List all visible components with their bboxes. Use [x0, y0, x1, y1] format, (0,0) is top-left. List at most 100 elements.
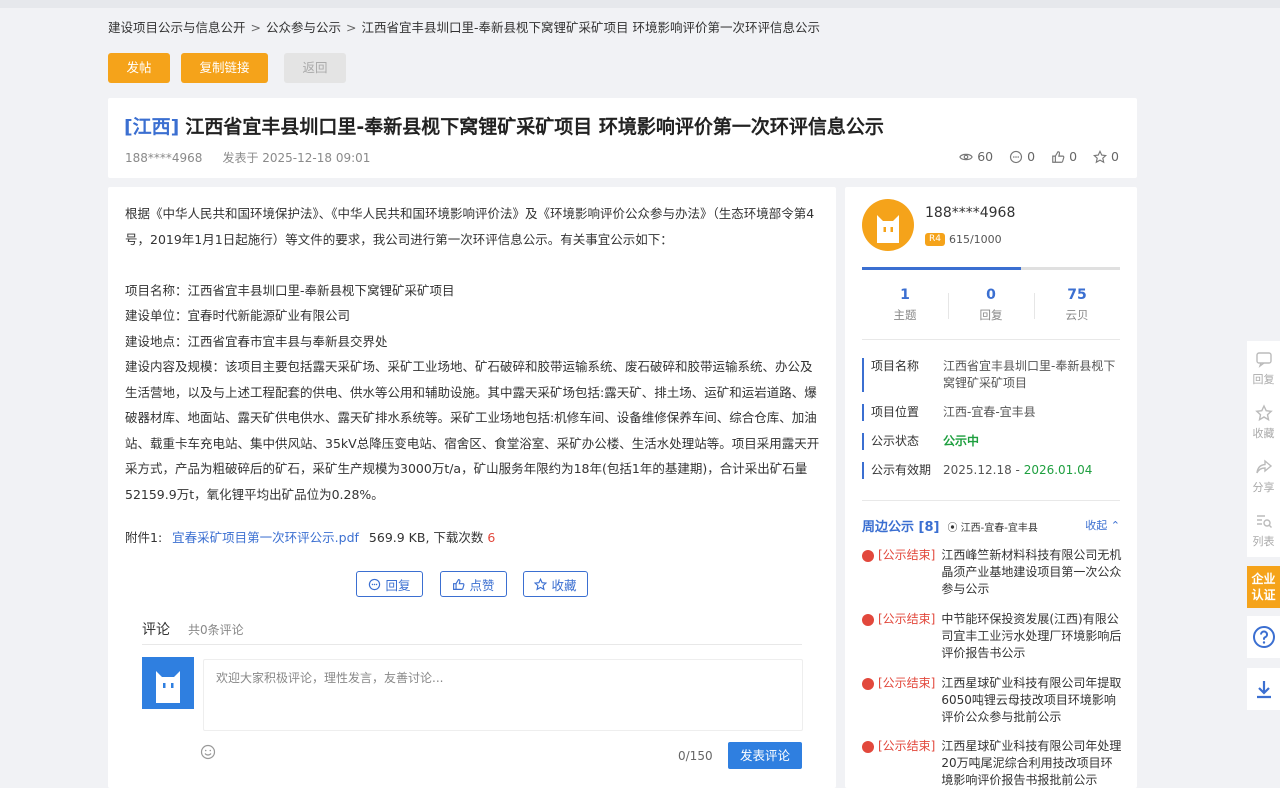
divider — [862, 339, 1120, 340]
user-name[interactable]: 188****4968 — [925, 205, 1015, 221]
sidebar: 188****4968 R4 615/1000 1 主题 0 回复 75 云贝 项目名称… — [845, 187, 1137, 788]
thumbs-up-icon — [453, 578, 465, 590]
float-reply-button[interactable]: 回复 — [1247, 341, 1280, 395]
level-points: 615/1000 — [948, 233, 1002, 246]
comment-input[interactable]: 欢迎大家积极评论，理性发言，友善讨论... — [203, 659, 803, 731]
views-stat: 60 — [959, 149, 993, 164]
nearby-location: ⦿ 江西-宜春-宜丰县 — [947, 523, 1038, 534]
attachment-label: 附件1: — [125, 530, 163, 545]
info-validity: 公示有效期 2025.12.18 - 2026.01.04 — [862, 462, 1122, 479]
favorite-button[interactable]: 收藏 — [523, 571, 588, 597]
breadcrumb-item[interactable]: 建设项目公示与信息公开 — [108, 20, 246, 35]
favorites-stat[interactable]: 0 — [1093, 149, 1119, 164]
reply-button[interactable]: 回复 — [356, 571, 423, 597]
scope-paragraph: 建设内容及规模：该项目主要包括露天采矿场、采矿工业场地、矿石破碎和胶带运输系统、… — [125, 359, 820, 502]
attachment: 附件1: 宜春采矿项目第一次环评公示.pdf 569.9 KB, 下载次数 6 — [125, 527, 495, 546]
eye-icon — [959, 153, 973, 160]
collapse-toggle[interactable]: 收起 ⌃ — [1085, 517, 1120, 533]
submit-comment-button[interactable]: 发表评论 — [728, 742, 802, 769]
breadcrumb-item[interactable]: 公众参与公示 — [266, 20, 341, 35]
download-button[interactable] — [1247, 668, 1280, 710]
float-favorite-button[interactable]: 收藏 — [1247, 395, 1280, 449]
notice-icon — [862, 741, 874, 753]
breadcrumb-separator: > — [346, 20, 357, 35]
notice-icon — [862, 678, 874, 690]
divider — [862, 500, 1120, 501]
star-icon — [1093, 149, 1108, 163]
post-content: 根据《中华人民共和国环境保护法》、《中华人民共和国环境影响评价法》及《环境影响评… — [125, 201, 821, 507]
nearby-item[interactable]: [公示结束] 江西峰竺新材料科技有限公司无机晶须产业基地建设项目第一次公众参与公示 — [862, 547, 1122, 598]
user-stat-topics[interactable]: 1 主题 — [862, 287, 948, 323]
likes-stat[interactable]: 0 — [1051, 149, 1077, 164]
download-count-label: , 下载次数 — [425, 530, 484, 545]
floating-toolbar: 回复 收藏 分享 列表 — [1247, 341, 1280, 557]
cat-avatar-icon — [877, 215, 899, 243]
chevron-up-icon: ⌃ — [1110, 519, 1120, 532]
comments-stat[interactable]: 0 — [1009, 149, 1035, 164]
region-tag[interactable]: [江西] — [124, 116, 179, 138]
post-header: [江西] 江西省宜丰县圳口里-奉新县枧下窝锂矿采矿项目 环境影响评价第一次环评信息… — [108, 98, 1137, 178]
message-icon — [1255, 351, 1272, 368]
thumbs-up-icon — [1052, 150, 1065, 163]
location-line: 建设地点：江西省宜春市宜丰县与奉新县交界处 — [125, 333, 388, 349]
project-name-line: 项目名称：江西省宜丰县圳口里-奉新县枧下窝锂矿采矿项目 — [125, 282, 455, 298]
download-count: 6 — [487, 530, 496, 545]
comment-icon — [369, 578, 381, 590]
cat-avatar-icon — [156, 671, 180, 703]
breadcrumb-current: 江西省宜丰县圳口里-奉新县枧下窝锂矿采矿项目 环境影响评价第一次环评信息公示 — [361, 20, 821, 35]
author-name[interactable]: 188****4968 — [125, 151, 202, 165]
attachment-size: 569.9 KB — [368, 530, 426, 545]
info-status: 公示状态 公示中 — [862, 433, 1122, 450]
info-project-name: 项目名称 江西省宜丰县圳口里-奉新县枧下窝锂矿采矿项目 — [862, 358, 1122, 392]
attachment-link[interactable]: 宜春采矿项目第一次环评公示.pdf — [172, 530, 359, 545]
avatar — [142, 657, 194, 709]
help-icon — [1252, 626, 1275, 648]
notice-icon — [862, 614, 874, 626]
level-progress-fill — [862, 267, 1021, 270]
notice-icon — [862, 550, 874, 562]
star-icon — [1254, 403, 1273, 421]
comments-header: 评论 共0条评论 — [142, 619, 802, 645]
enterprise-cert-button[interactable]: 企业 认证 — [1247, 566, 1280, 608]
breadcrumb: 建设项目公示与信息公开 > 公众参与公示 > 江西省宜丰县圳口里-奉新县枧下窝锂矿采矿项… — [108, 17, 820, 36]
post-stats: 60 0 0 0 — [959, 149, 1119, 164]
builder-line: 建设单位：宜春时代新能源矿业有限公司 — [125, 308, 351, 323]
post-title-text: 江西省宜丰县圳口里-奉新县枧下窝锂矿采矿项目 环境影响评价第一次环评信息公示 — [185, 116, 884, 138]
comments-title: 评论 — [142, 622, 170, 638]
top-bar — [0, 0, 1280, 8]
location-pin-icon: ⦿ — [947, 523, 958, 534]
float-share-button[interactable]: 分享 — [1247, 449, 1280, 503]
post-body-card: 根据《中华人民共和国环境保护法》、《中华人民共和国环境影响评价法》及《环境影响评… — [108, 187, 836, 788]
user-level: R4 615/1000 — [925, 233, 1002, 246]
level-badge: R4 — [925, 233, 945, 246]
user-stat-replies[interactable]: 0 回复 — [948, 287, 1034, 323]
like-button[interactable]: 点赞 — [440, 571, 507, 597]
share-icon — [1255, 459, 1272, 473]
user-stat-coins[interactable]: 75 云贝 — [1034, 287, 1120, 323]
comment-icon — [1010, 150, 1023, 163]
status-badge: 公示中 — [943, 434, 980, 448]
nearby-title: 周边公示 [8] — [862, 520, 940, 535]
help-button[interactable] — [1247, 616, 1280, 658]
intro-paragraph: 根据《中华人民共和国环境保护法》、《中华人民共和国环境影响评价法》及《环境影响评… — [125, 206, 815, 247]
nearby-item[interactable]: [公示结束] 江西星球矿业科技有限公司年处理20万吨尾泥综合利用技改项目环境影响评… — [862, 738, 1122, 788]
post-button[interactable]: 发帖 — [108, 53, 170, 83]
char-counter: 0/150 — [678, 749, 713, 763]
comments-count: 共0条评论 — [188, 623, 244, 637]
emoji-icon[interactable] — [200, 744, 216, 760]
copy-link-button[interactable]: 复制链接 — [181, 53, 268, 83]
download-icon — [1256, 681, 1271, 699]
breadcrumb-separator: > — [250, 20, 261, 35]
nearby-item[interactable]: [公示结束] 江西星球矿业科技有限公司年提取6050吨锂云母技改项目环境影响评价公… — [862, 675, 1122, 726]
list-search-icon — [1256, 514, 1272, 528]
user-avatar[interactable] — [862, 199, 914, 251]
post-title: [江西] 江西省宜丰县圳口里-奉新县枧下窝锂矿采矿项目 环境影响评价第一次环评信息… — [124, 112, 884, 139]
float-list-button[interactable]: 列表 — [1247, 503, 1280, 557]
back-button[interactable]: 返回 — [284, 53, 346, 83]
nearby-item[interactable]: [公示结束] 中节能环保投资发展(江西)有限公司宜丰工业污水处理厂环境影响后评价报… — [862, 611, 1122, 662]
level-progress — [862, 267, 1120, 270]
star-icon — [534, 577, 548, 591]
post-date: 发表于 2025-12-18 09:01 — [222, 151, 371, 165]
post-meta: 188****4968 发表于 2025-12-18 09:01 — [125, 149, 370, 166]
info-project-location: 项目位置 江西-宜春-宜丰县 — [862, 404, 1122, 421]
